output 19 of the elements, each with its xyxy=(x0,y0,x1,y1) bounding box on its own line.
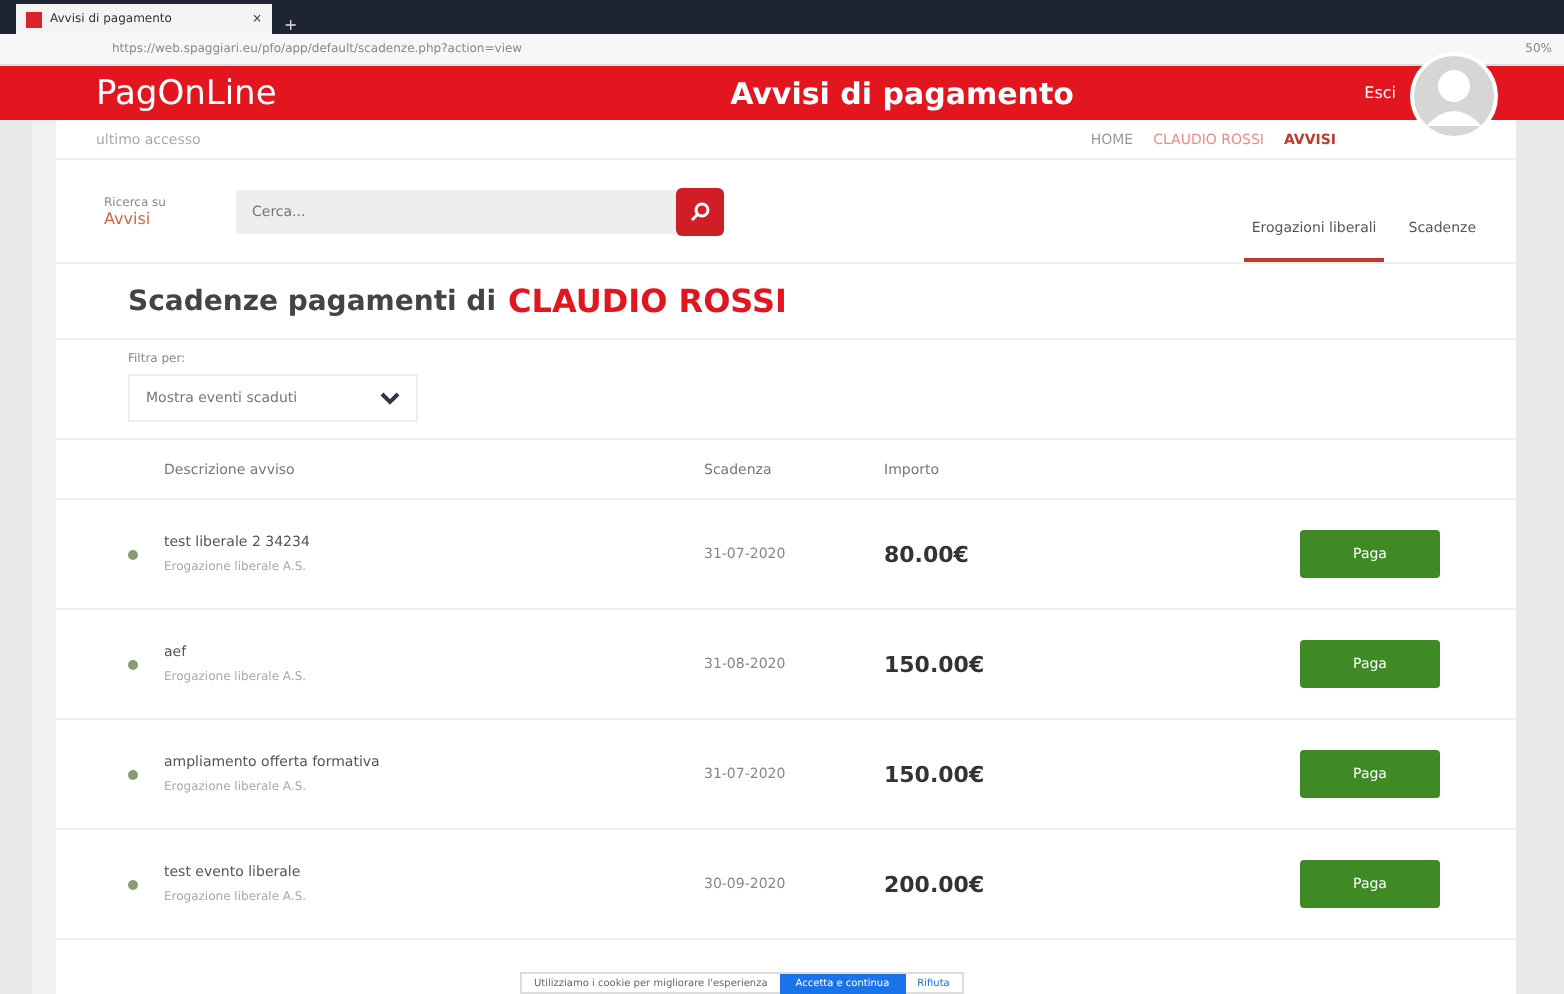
status-dot xyxy=(128,549,138,559)
favicon-icon xyxy=(26,11,42,27)
amount: 150.00€ xyxy=(884,651,987,677)
page-title: Avvisi di pagamento xyxy=(730,75,1076,111)
status-dot xyxy=(128,659,138,669)
logout-link[interactable]: Esci xyxy=(1364,84,1396,102)
heading-text: Scadenze pagamenti di xyxy=(128,285,497,317)
search-scope[interactable]: Avvisi xyxy=(104,209,236,227)
status-dot xyxy=(128,769,138,779)
app-logo: PagOnLine xyxy=(96,73,279,113)
search-button[interactable] xyxy=(676,187,724,235)
amount: 200.00€ xyxy=(884,871,987,897)
user-name: CLAUDIO ROSSI xyxy=(508,282,787,320)
status-dot xyxy=(128,879,138,889)
amount: 80.00€ xyxy=(884,541,971,567)
amount: 150.00€ xyxy=(884,761,987,787)
new-tab-button[interactable]: + xyxy=(284,16,298,34)
chevron-down-icon xyxy=(380,391,400,405)
search-icon xyxy=(690,201,710,221)
